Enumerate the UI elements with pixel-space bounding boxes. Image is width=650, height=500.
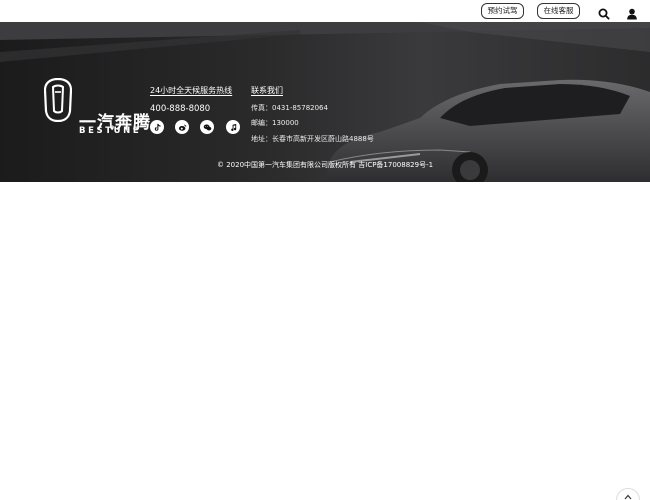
weibo-icon[interactable] bbox=[175, 120, 189, 134]
footer-banner: 一汽奔腾 BESTUNE 24小时全天候服务热线 400-888-8080 联系… bbox=[0, 22, 650, 182]
douyin-icon[interactable] bbox=[150, 120, 164, 134]
copyright-text: © 2020中国第一汽车集团有限公司版权所有 吉ICP备17008829号-1 bbox=[217, 161, 434, 169]
user-icon[interactable] bbox=[626, 5, 638, 20]
car-background-image bbox=[0, 22, 650, 182]
search-icon[interactable] bbox=[598, 5, 610, 20]
contact-address: 地址：长春市高新开发区蔚山路4888号 bbox=[251, 135, 374, 143]
top-bar: 预约试驾 在线客服 bbox=[0, 0, 650, 22]
contact-postcode: 邮编：130000 bbox=[251, 119, 299, 127]
wechat-icon[interactable] bbox=[200, 120, 214, 134]
brand-name-en: BESTUNE bbox=[79, 126, 142, 136]
hotline-title: 24小时全天候服务热线 bbox=[150, 86, 233, 95]
test-drive-button[interactable]: 预约试驾 bbox=[481, 3, 524, 19]
scroll-up-icon bbox=[624, 494, 632, 500]
music-icon[interactable] bbox=[226, 120, 240, 134]
scroll-up-button[interactable] bbox=[616, 488, 640, 500]
contact-title: 联系我们 bbox=[251, 86, 283, 95]
contact-fax: 传真：0431-85782064 bbox=[251, 104, 328, 112]
online-service-button[interactable]: 在线客服 bbox=[537, 3, 580, 19]
hotline-number[interactable]: 400-888-8080 bbox=[150, 104, 210, 114]
bestune-emblem bbox=[44, 78, 72, 122]
